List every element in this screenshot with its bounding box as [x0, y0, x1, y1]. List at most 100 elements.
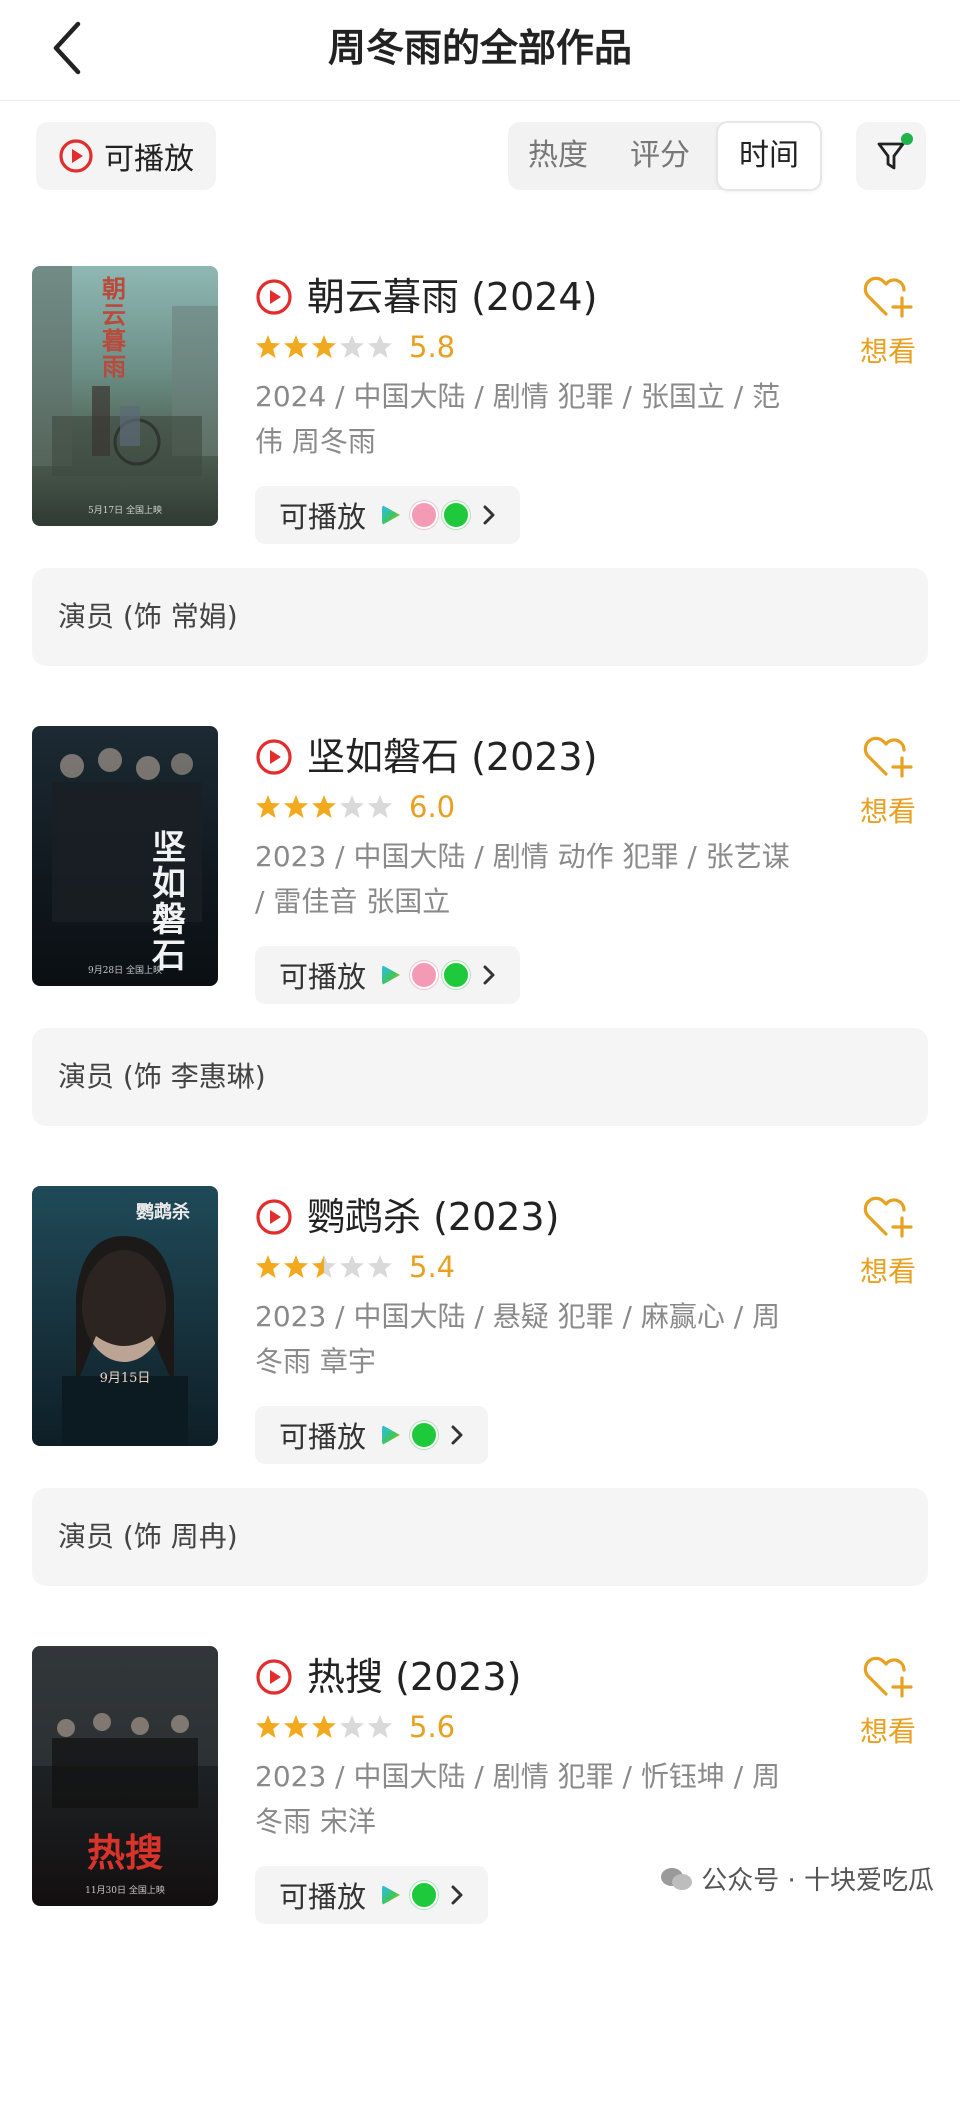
- playable-filter-button[interactable]: 可播放: [36, 122, 216, 190]
- chevron-right-icon: [451, 1885, 463, 1905]
- top-nav-bar: 周冬雨的全部作品: [0, 0, 960, 101]
- play-sources-button[interactable]: 可播放: [255, 1406, 489, 1464]
- rating-score: 5.8: [409, 330, 456, 364]
- want-to-watch-label: 想看: [859, 1255, 916, 1288]
- iqiyi-icon: [410, 1421, 439, 1449]
- star-full-icon: [284, 795, 308, 818]
- poster-title-text: 朝云暮雨: [102, 274, 126, 381]
- rating-score: 5.4: [409, 1250, 456, 1284]
- play-sources-button[interactable]: 可播放: [255, 946, 521, 1004]
- source-icons: [382, 1421, 439, 1449]
- star-rating: [255, 794, 393, 820]
- poster-date-text: 9月28日 全国上映: [87, 966, 163, 976]
- star-full-icon: [256, 1255, 280, 1278]
- play-sources-button[interactable]: 可播放: [255, 486, 521, 544]
- poster-title-text: 热搜: [86, 1830, 163, 1875]
- source-icons: [382, 1881, 439, 1909]
- chevron-right-icon: [483, 505, 495, 525]
- want-to-watch-label: 想看: [859, 795, 916, 828]
- film-meta: 2023 / 中国大陆 / 悬疑 犯罪 / 麻赢心 / 周冬雨 章宇: [255, 1300, 781, 1378]
- filter-bar: 可播放 热度 评分 时间: [0, 100, 960, 210]
- sort-tab-popularity[interactable]: 热度: [508, 122, 608, 190]
- film-poster[interactable]: 朝云暮雨 5月17日 全国上映: [32, 266, 218, 526]
- poster-title-text: 坚如磐石: [152, 828, 186, 976]
- film-card[interactable]: 鹦鹉杀 9月15日 鹦鹉杀 (2023) 5.4 2023 / 中国大陆 / 悬…: [0, 1186, 960, 1646]
- wechat-icon: [661, 1867, 693, 1890]
- star-rating: [255, 1714, 393, 1740]
- film-poster[interactable]: 热搜 11月30日 全国上映: [32, 1646, 218, 1906]
- play-sources-label: 可播放: [279, 1420, 367, 1454]
- star-empty-icon: [340, 795, 364, 818]
- bilibili-icon: [410, 501, 439, 529]
- star-full-icon: [312, 1715, 336, 1738]
- source-icons: [382, 501, 471, 529]
- film-title[interactable]: 朝云暮雨 (2024): [307, 272, 597, 322]
- poster-date-text: 5月17日 全国上映: [87, 506, 163, 516]
- filter-button[interactable]: [856, 122, 926, 190]
- star-half-icon: [312, 1255, 336, 1278]
- play-sources-label: 可播放: [279, 960, 367, 994]
- star-empty-icon: [340, 1255, 364, 1278]
- film-title[interactable]: 鹦鹉杀 (2023): [307, 1192, 559, 1242]
- star-full-icon: [256, 795, 280, 818]
- star-full-icon: [284, 1715, 308, 1738]
- star-full-icon: [256, 335, 280, 358]
- iqiyi-icon: [410, 1881, 439, 1909]
- film-card[interactable]: 坚如磐石 9月28日 全国上映 坚如磐石 (2023) 6.0 2023 / 中…: [0, 726, 960, 1186]
- film-meta: 2023 / 中国大陆 / 剧情 犯罪 / 忻钰坤 / 周冬雨 宋洋: [255, 1760, 781, 1838]
- film-title-row: 鹦鹉杀 (2023): [255, 1192, 559, 1242]
- role-info[interactable]: 演员 (饰 周冉): [32, 1488, 928, 1586]
- watermark: 公众号 · 十块爱吃瓜: [659, 1860, 934, 1897]
- heart-plus-icon: [863, 276, 913, 318]
- tencent-video-icon: [382, 1425, 401, 1445]
- play-sources-button[interactable]: 可播放: [255, 1866, 489, 1924]
- role-info[interactable]: 演员 (饰 常娟): [32, 568, 928, 666]
- want-to-watch-label: 想看: [859, 1715, 916, 1748]
- rating-row: 5.6: [255, 1710, 455, 1744]
- rating-row: 6.0: [255, 790, 455, 824]
- rating-row: 5.4: [255, 1250, 455, 1284]
- film-meta: 2024 / 中国大陆 / 剧情 犯罪 / 张国立 / 范伟 周冬雨: [255, 380, 781, 458]
- tencent-video-icon: [382, 965, 401, 985]
- star-full-icon: [284, 335, 308, 358]
- page-title: 周冬雨的全部作品: [327, 26, 632, 70]
- play-sources-label: 可播放: [279, 1880, 367, 1914]
- star-full-icon: [256, 1715, 280, 1738]
- want-to-watch-button[interactable]: 想看: [848, 1190, 928, 1300]
- heart-plus-icon: [863, 1196, 913, 1238]
- film-poster[interactable]: 坚如磐石 9月28日 全国上映: [32, 726, 218, 986]
- star-empty-icon: [368, 795, 392, 818]
- rating-row: 5.8: [255, 330, 455, 364]
- sort-tab-rating[interactable]: 评分: [608, 122, 712, 190]
- star-empty-icon: [368, 335, 392, 358]
- star-rating: [255, 334, 393, 360]
- want-to-watch-button[interactable]: 想看: [848, 1650, 928, 1760]
- rating-score: 5.6: [409, 1710, 456, 1744]
- star-empty-icon: [340, 1715, 364, 1738]
- play-sources-label: 可播放: [279, 500, 367, 534]
- film-title[interactable]: 坚如磐石 (2023): [307, 732, 597, 782]
- sort-tab-time[interactable]: 时间: [716, 121, 822, 191]
- poster-date-text: 11月30日 全国上映: [85, 1886, 165, 1896]
- film-title-row: 坚如磐石 (2023): [255, 732, 597, 782]
- film-card[interactable]: 朝云暮雨 5月17日 全国上映 朝云暮雨 (2024) 5.8 2024 / 中…: [0, 266, 960, 726]
- play-circle-icon: [256, 279, 292, 315]
- chevron-right-icon: [451, 1425, 463, 1445]
- poster-title-text: 鹦鹉杀: [136, 1202, 190, 1223]
- chevron-right-icon: [483, 965, 495, 985]
- heart-plus-icon: [863, 736, 913, 778]
- film-meta: 2023 / 中国大陆 / 剧情 动作 犯罪 / 张艺谋 / 雷佳音 张国立: [255, 840, 790, 918]
- want-to-watch-button[interactable]: 想看: [848, 270, 928, 380]
- tencent-video-icon: [382, 505, 401, 525]
- role-info[interactable]: 演员 (饰 李惠琳): [32, 1028, 928, 1126]
- star-empty-icon: [368, 1255, 392, 1278]
- film-title[interactable]: 热搜 (2023): [307, 1652, 521, 1702]
- rating-score: 6.0: [409, 790, 456, 824]
- sort-segmented-control: 热度 评分 时间: [508, 121, 822, 191]
- film-poster[interactable]: 鹦鹉杀 9月15日: [32, 1186, 218, 1446]
- want-to-watch-button[interactable]: 想看: [848, 730, 928, 840]
- poster-date-text: 9月15日: [99, 1371, 151, 1386]
- star-full-icon: [312, 795, 336, 818]
- film-title-row: 朝云暮雨 (2024): [255, 272, 597, 322]
- star-empty-icon: [340, 335, 364, 358]
